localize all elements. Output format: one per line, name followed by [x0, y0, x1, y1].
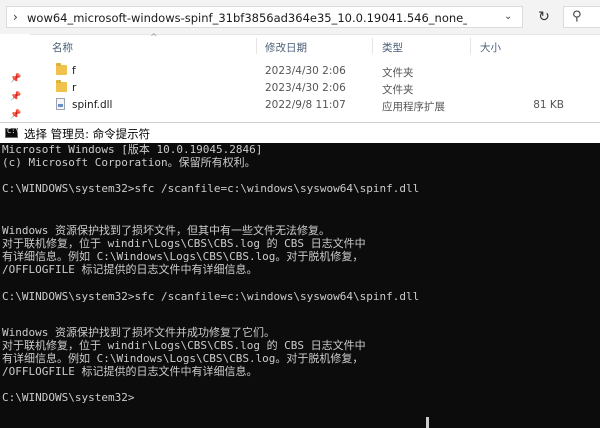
- console-output[interactable]: Microsoft Windows [版本 10.0.19045.2846] (…: [0, 143, 600, 428]
- console-line: 对于联机修复，位于 windir\Logs\CBS\CBS.log 的 CBS …: [2, 237, 366, 250]
- folder-icon: [56, 63, 67, 75]
- file-type: 应用程序扩展: [382, 101, 445, 113]
- console-line: 有详细信息。例如 C:\Windows\Logs\CBS\CBS.log。对于脱…: [2, 250, 364, 263]
- console-line: C:\WINDOWS\system32>sfc /scanfile=c:\win…: [2, 182, 420, 195]
- address-path[interactable]: wow64_microsoft-windows-spinf_31bf3856ad…: [27, 11, 467, 25]
- console-line: Microsoft Windows [版本 10.0.19045.2846]: [2, 143, 263, 156]
- search-input[interactable]: ⚲: [563, 6, 600, 28]
- file-date: 2023/4/30 2:06: [265, 65, 346, 77]
- file-row[interactable]: f 2023/4/30 2:06 文件夹: [30, 63, 600, 81]
- pin-icon[interactable]: 📌: [10, 74, 21, 84]
- file-name: f: [72, 65, 76, 77]
- pin-icon[interactable]: 📌: [10, 92, 21, 102]
- text-cursor: [426, 417, 429, 428]
- sort-up-icon: ^: [150, 33, 158, 43]
- column-headers: ^ 名称 修改日期 类型 大小: [30, 33, 600, 58]
- column-header-name[interactable]: 名称: [52, 40, 73, 55]
- console-line: C:\WINDOWS\system32>sfc /scanfile=c:\win…: [2, 290, 420, 303]
- file-date: 2023/4/30 2:06: [265, 82, 346, 94]
- file-name: spinf.dll: [72, 99, 113, 111]
- dll-file-icon: [56, 98, 65, 110]
- console-line: C:\WINDOWS\system32>: [2, 391, 135, 404]
- console-line: Windows 资源保护找到了损坏文件，但其中有一些文件无法修复。: [2, 224, 330, 237]
- cmd-title-bar[interactable]: C:\ 选择 管理员: 命令提示符: [0, 122, 600, 144]
- console-line: 有详细信息。例如 C:\Windows\Logs\CBS\CBS.log。对于脱…: [2, 352, 364, 365]
- column-divider[interactable]: [256, 38, 257, 54]
- chevron-down-icon[interactable]: ⌄: [504, 11, 512, 22]
- breadcrumb-separator-icon[interactable]: ›: [13, 10, 18, 24]
- file-row[interactable]: spinf.dll 2022/9/8 11:07 应用程序扩展 81 KB: [30, 97, 600, 115]
- file-date: 2022/9/8 11:07: [265, 99, 346, 111]
- window-title: 选择 管理员: 命令提示符: [24, 127, 151, 141]
- cmd-app-icon[interactable]: C:\: [5, 127, 20, 138]
- column-header-date[interactable]: 修改日期: [265, 40, 307, 55]
- column-header-size[interactable]: 大小: [480, 40, 501, 55]
- pin-icon[interactable]: 📌: [10, 110, 21, 120]
- folder-icon: [56, 80, 67, 92]
- file-size: 81 KB: [533, 99, 564, 111]
- file-type: 文件夹: [382, 84, 414, 96]
- file-type: 文件夹: [382, 67, 414, 79]
- console-line: (c) Microsoft Corporation。保留所有权利。: [2, 156, 256, 169]
- file-explorer-window: › wow64_microsoft-windows-spinf_31bf3856…: [0, 0, 600, 140]
- file-name: r: [72, 82, 77, 94]
- console-line: /OFFLOGFILE 标记提供的日志文件中有详细信息。: [2, 263, 258, 276]
- search-icon: ⚲: [572, 9, 582, 24]
- column-divider[interactable]: [372, 38, 373, 54]
- console-line: 对于联机修复，位于 windir\Logs\CBS\CBS.log 的 CBS …: [2, 339, 366, 352]
- column-header-type[interactable]: 类型: [382, 40, 403, 55]
- console-line: /OFFLOGFILE 标记提供的日志文件中有详细信息。: [2, 365, 258, 378]
- refresh-icon[interactable]: ↻: [535, 8, 553, 26]
- file-row[interactable]: r 2023/4/30 2:06 文件夹: [30, 80, 600, 98]
- address-toolbar: › wow64_microsoft-windows-spinf_31bf3856…: [0, 0, 600, 35]
- console-line: Windows 资源保护找到了损坏文件并成功修复了它们。: [2, 326, 275, 339]
- column-divider[interactable]: [470, 38, 471, 54]
- address-bar[interactable]: › wow64_microsoft-windows-spinf_31bf3856…: [6, 6, 523, 28]
